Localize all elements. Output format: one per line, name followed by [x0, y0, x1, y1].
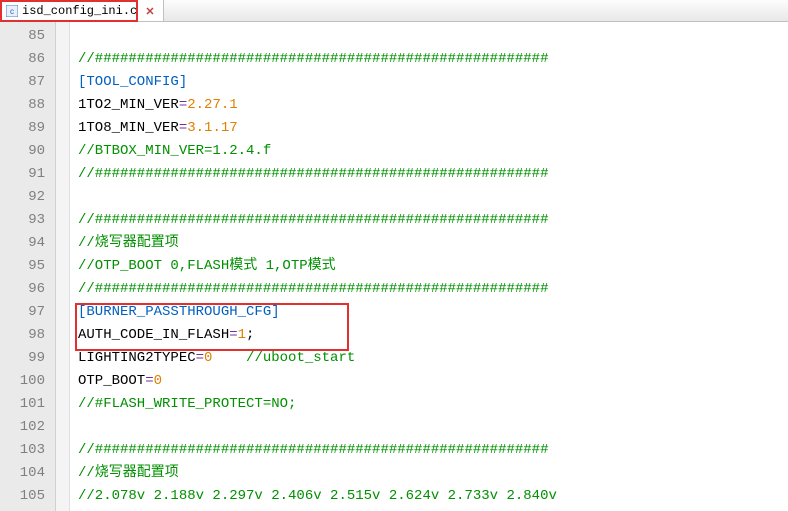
close-icon[interactable]: [145, 6, 155, 16]
code-line: [BURNER_PASSTHROUGH_CFG]: [78, 301, 788, 324]
code-line: 1TO2_MIN_VER=2.27.1: [78, 94, 788, 117]
tab-active[interactable]: c isd_config_ini.c: [0, 0, 164, 21]
line-number: 105: [0, 485, 55, 508]
code-line: //BTBOX_MIN_VER=1.2.4.f: [78, 140, 788, 163]
editor-area: 8586878889909192939495969798991001011021…: [0, 22, 788, 511]
line-number: 87: [0, 71, 55, 94]
line-number: 96: [0, 278, 55, 301]
line-number: 100: [0, 370, 55, 393]
line-number: 89: [0, 117, 55, 140]
line-number: 88: [0, 94, 55, 117]
file-c-icon: c: [6, 5, 18, 17]
tab-filename: isd_config_ini.c: [22, 4, 137, 18]
code-line: [78, 186, 788, 209]
code-line: //######################################…: [78, 209, 788, 232]
fold-strip: [56, 22, 70, 511]
code-line: //######################################…: [78, 439, 788, 462]
code-line: //######################################…: [78, 278, 788, 301]
line-number: 86: [0, 48, 55, 71]
code-line: LIGHTING2TYPEC=0 //uboot_start: [78, 347, 788, 370]
line-number: 101: [0, 393, 55, 416]
code-line: //OTP_BOOT 0,FLASH模式 1,OTP模式: [78, 255, 788, 278]
code-line: //烧写器配置项: [78, 462, 788, 485]
code-line: [78, 25, 788, 48]
line-number: 104: [0, 462, 55, 485]
code-line: 1TO8_MIN_VER=3.1.17: [78, 117, 788, 140]
line-number: 94: [0, 232, 55, 255]
line-number: 92: [0, 186, 55, 209]
code-line: //#FLASH_WRITE_PROTECT=NO;: [78, 393, 788, 416]
code-line: //######################################…: [78, 163, 788, 186]
code-viewport[interactable]: //######################################…: [70, 22, 788, 511]
line-number: 102: [0, 416, 55, 439]
line-number: 93: [0, 209, 55, 232]
line-number-gutter: 8586878889909192939495969798991001011021…: [0, 22, 56, 511]
code-line: [78, 416, 788, 439]
svg-text:c: c: [10, 7, 14, 16]
code-line: [TOOL_CONFIG]: [78, 71, 788, 94]
line-number: 97: [0, 301, 55, 324]
line-number: 99: [0, 347, 55, 370]
code-line: AUTH_CODE_IN_FLASH=1;: [78, 324, 788, 347]
code-line: OTP_BOOT=0: [78, 370, 788, 393]
line-number: 103: [0, 439, 55, 462]
line-number: 91: [0, 163, 55, 186]
line-number: 90: [0, 140, 55, 163]
line-number: 85: [0, 25, 55, 48]
line-number: 95: [0, 255, 55, 278]
code-line: //######################################…: [78, 48, 788, 71]
line-number: 98: [0, 324, 55, 347]
code-line: //2.078v 2.188v 2.297v 2.406v 2.515v 2.6…: [78, 485, 788, 508]
tab-bar: c isd_config_ini.c: [0, 0, 788, 22]
code-line: //烧写器配置项: [78, 232, 788, 255]
